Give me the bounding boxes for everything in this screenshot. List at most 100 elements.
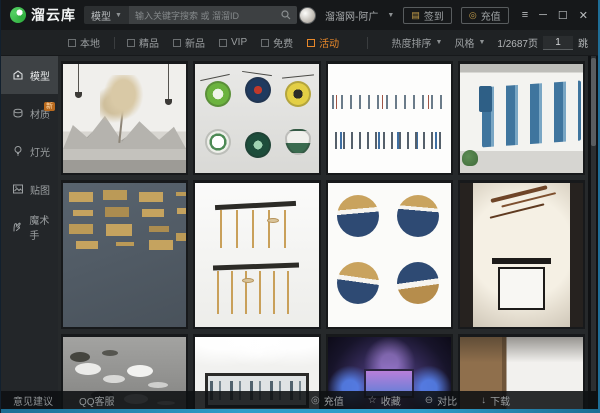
- user-avatar[interactable]: [299, 7, 316, 24]
- sidebar-item-material[interactable]: 材质 新: [1, 94, 58, 132]
- thumbnail-image-gold-ornaments: [63, 183, 186, 327]
- chevron-down-icon: ▼: [115, 12, 122, 19]
- sidebar-item-label: 灯光: [30, 144, 50, 159]
- window-controls: ≡ ─ ☐ ✕: [522, 9, 588, 22]
- favorite-action[interactable]: ☆ 收藏: [368, 393, 401, 408]
- signin-icon: ▤: [411, 10, 420, 21]
- style-label: 风格: [454, 35, 474, 50]
- sidebar-item-label: 模型: [30, 68, 50, 83]
- download-action[interactable]: ↓ 下载: [481, 393, 510, 408]
- thumbnail-image-bar-table: [195, 183, 318, 327]
- sidebar-item-model[interactable]: 模型: [1, 56, 58, 94]
- checkbox-icon[interactable]: [261, 39, 269, 47]
- filter-premium-label: 精品: [139, 35, 159, 50]
- material-icon: [11, 107, 24, 119]
- sidebar-item-label: 魔术手: [29, 212, 58, 242]
- sidebar-item-light[interactable]: 灯光: [1, 132, 58, 170]
- titlebar-right: 溜溜网-阿广 ▼ ▤ 签到 ◎ 充值 ≡ ─ ☐ ✕: [299, 7, 598, 24]
- checkbox-icon[interactable]: [173, 39, 181, 47]
- scrollbar-thumb[interactable]: [591, 58, 596, 146]
- user-menu-chevron-icon[interactable]: ▼: [387, 12, 394, 19]
- filter-activity-label: 活动: [319, 35, 339, 50]
- menu-icon[interactable]: ≡: [522, 9, 528, 21]
- sidebar-item-label: 贴图: [30, 182, 50, 197]
- search-placeholder: 输入关键字搜索 或 溜溜ID: [135, 9, 276, 22]
- maximize-icon[interactable]: ☐: [558, 9, 568, 22]
- magic-hand-icon: [11, 221, 23, 233]
- model-thumbnail[interactable]: [61, 180, 188, 329]
- model-grid-container: [58, 56, 588, 409]
- search-category-label: 模型: [91, 8, 111, 23]
- coin-icon: ◎: [311, 395, 320, 406]
- sort-dropdown[interactable]: 热度排序 ▼: [392, 35, 443, 50]
- search-input[interactable]: 输入关键字搜索 或 溜溜ID: [129, 6, 297, 24]
- new-badge: 新: [44, 102, 55, 111]
- model-thumbnail[interactable]: [458, 61, 585, 175]
- search-category-dropdown[interactable]: 模型 ▼: [84, 6, 129, 24]
- thumbnail-image-shop-signs: [195, 64, 318, 173]
- vertical-scrollbar[interactable]: [591, 56, 596, 391]
- filter-bar-right: 热度排序 ▼ 风格 ▼ 1/2687页 跳: [367, 35, 588, 50]
- compare-icon: ⊖: [425, 395, 433, 406]
- app-title: 溜云库: [31, 5, 76, 25]
- status-bar: 意见建议 QQ客服 ◎ 充值 ☆ 收藏 ⊖ 对比 ↓ 下载: [1, 391, 598, 409]
- sidebar-item-texture[interactable]: 贴图: [1, 170, 58, 208]
- filter-vip[interactable]: VIP: [219, 37, 247, 48]
- pagination: 1/2687页 跳: [497, 35, 588, 50]
- window-bottom-edge: [1, 409, 598, 413]
- chevron-down-icon: ▼: [478, 39, 485, 46]
- filter-free[interactable]: 免费: [261, 35, 293, 50]
- chevron-down-icon: ▼: [436, 39, 443, 46]
- model-thumbnail[interactable]: [326, 61, 453, 175]
- feedback-link[interactable]: 意见建议: [13, 393, 53, 408]
- recharge-action[interactable]: ◎ 充值: [311, 393, 344, 408]
- filter-local-label: 本地: [80, 35, 100, 50]
- page-jump-input[interactable]: [543, 36, 573, 50]
- titlebar: 溜云库 模型 ▼ 输入关键字搜索 或 溜溜ID 溜溜网-阿广 ▼ ▤ 签到 ◎ …: [1, 0, 598, 30]
- filter-new-label: 新品: [185, 35, 205, 50]
- favorite-action-label: 收藏: [381, 393, 401, 408]
- model-thumbnail[interactable]: [193, 61, 320, 175]
- page-jump-button[interactable]: 跳: [578, 35, 588, 50]
- compare-action[interactable]: ⊖ 对比: [425, 393, 457, 408]
- model-thumbnail[interactable]: [458, 180, 585, 329]
- thumbnail-image-people-silhouettes: [328, 64, 451, 173]
- texture-image-icon: [11, 183, 24, 195]
- sidebar: 模型 材质 新 灯光 贴图 魔术手: [1, 56, 58, 413]
- model-thumbnail[interactable]: [61, 61, 188, 175]
- filter-vip-label: VIP: [231, 37, 247, 48]
- style-dropdown[interactable]: 风格 ▼: [454, 35, 485, 50]
- checkbox-icon[interactable]: [307, 39, 315, 47]
- qq-support-link[interactable]: QQ客服: [79, 393, 115, 408]
- recharge-button[interactable]: ◎ 充值: [461, 7, 509, 24]
- page-info: 1/2687页: [497, 35, 538, 50]
- app-logo: 溜云库: [1, 5, 84, 25]
- divider: [367, 37, 368, 49]
- thumbnail-image-culture-wall: [460, 64, 583, 173]
- recharge-label: 充值: [481, 8, 501, 23]
- thumbnail-image-zen-garden: [63, 64, 186, 173]
- checkbox-icon[interactable]: [219, 39, 227, 47]
- checkbox-icon[interactable]: [68, 39, 76, 47]
- download-action-label: 下载: [490, 393, 510, 408]
- filter-local[interactable]: 本地: [68, 35, 100, 50]
- model-thumbnail[interactable]: [326, 180, 453, 329]
- checkbox-icon[interactable]: [127, 39, 135, 47]
- minimize-icon[interactable]: ─: [539, 9, 547, 21]
- divider: [114, 37, 115, 49]
- filter-activity[interactable]: 活动: [307, 35, 339, 50]
- username: 溜溜网-阿广: [325, 8, 378, 23]
- search-icon[interactable]: [281, 10, 291, 20]
- compare-action-label: 对比: [437, 393, 457, 408]
- model-thumbnail[interactable]: [193, 180, 320, 329]
- download-icon: ↓: [481, 395, 486, 406]
- model-icon: [11, 69, 24, 81]
- status-actions: ◎ 充值 ☆ 收藏 ⊖ 对比 ↓ 下载: [311, 393, 510, 408]
- star-icon: ☆: [368, 395, 377, 406]
- sidebar-item-magic-hand[interactable]: 魔术手: [1, 208, 58, 246]
- filter-new[interactable]: 新品: [173, 35, 205, 50]
- model-grid: [61, 61, 585, 409]
- signin-button[interactable]: ▤ 签到: [403, 7, 452, 24]
- close-icon[interactable]: ✕: [579, 9, 588, 22]
- filter-premium[interactable]: 精品: [127, 35, 159, 50]
